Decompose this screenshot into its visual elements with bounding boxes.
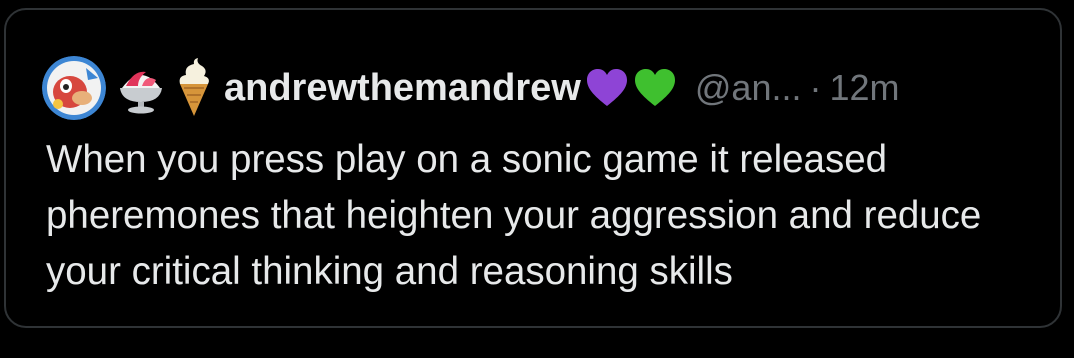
post-header: andrewthemandrew @an... · 12m: [42, 50, 900, 126]
author-handle[interactable]: @an...: [695, 67, 802, 109]
author-display-name[interactable]: andrewthemandrew: [224, 67, 581, 110]
meta-separator: ·: [809, 67, 822, 108]
soft-serve-icon: [174, 58, 214, 118]
shaved-ice-icon: [116, 62, 166, 114]
avatar[interactable]: [42, 56, 106, 120]
green-heart-icon: [633, 68, 677, 108]
post-text: When you press play on a sonic game it r…: [46, 138, 982, 293]
post-card[interactable]: andrewthemandrew @an... · 12m When you p…: [4, 8, 1062, 328]
post-timestamp[interactable]: 12m: [829, 67, 899, 109]
purple-heart-icon: [585, 68, 629, 108]
